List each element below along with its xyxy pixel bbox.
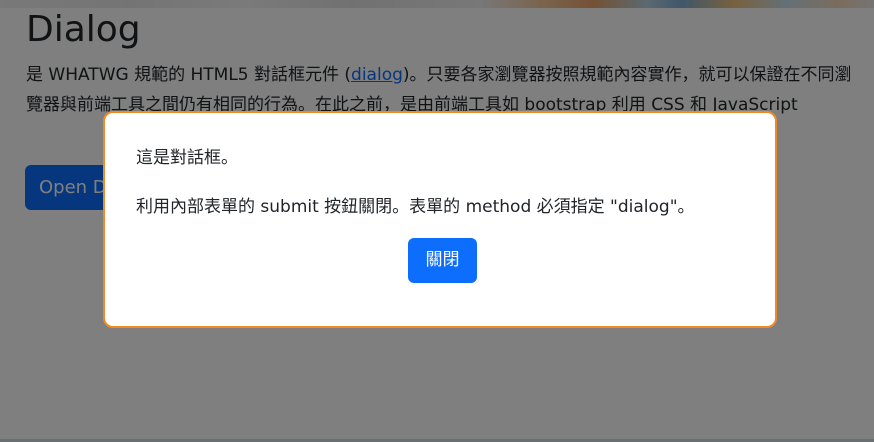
close-dialog-button[interactable]: 關閉 — [408, 238, 477, 283]
dialog-box: 這是對話框。 利用內部表單的 submit 按鈕關閉。表單的 method 必須… — [103, 111, 777, 328]
dialog-message: 這是對話框。 — [136, 148, 238, 168]
dialog-instructions: 利用內部表單的 submit 按鈕關閉。表單的 method 必須指定 "dia… — [136, 197, 695, 217]
